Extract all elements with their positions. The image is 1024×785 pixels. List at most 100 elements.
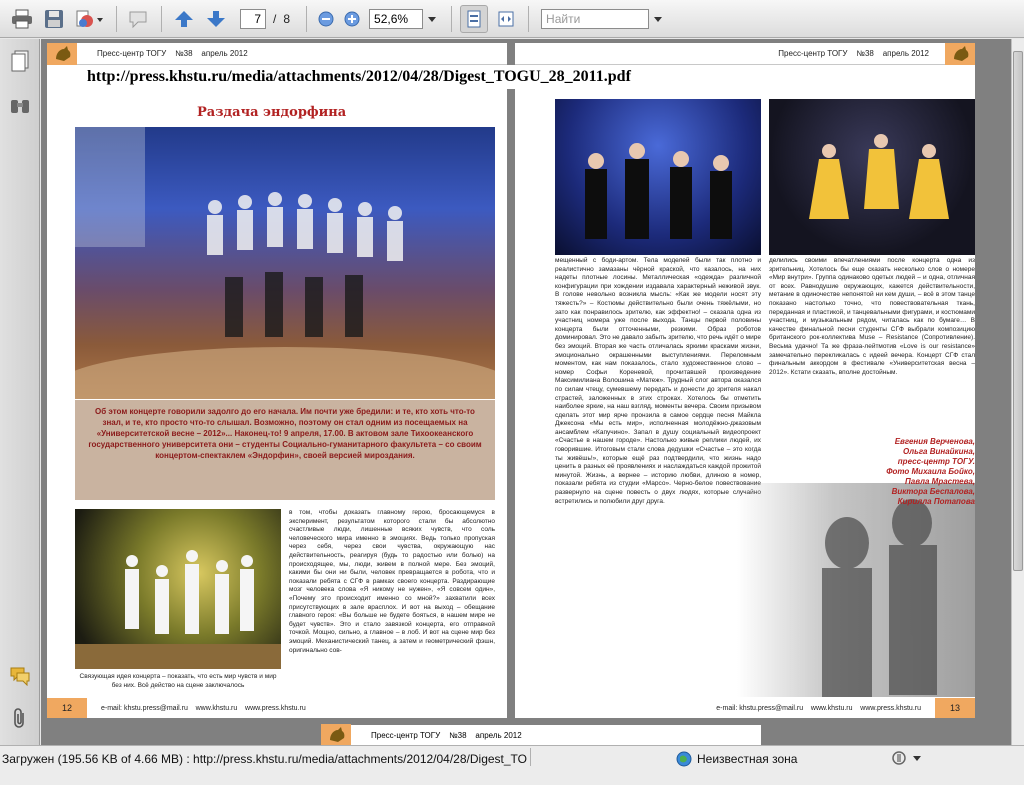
search-placeholder: Найти <box>546 11 581 26</box>
document-url[interactable]: http://press.khstu.ru/media/attachments/… <box>77 65 817 89</box>
article-column-2: мещенный с боди-артом. Тела моделей были… <box>555 257 761 697</box>
column-1-text: в том, чтобы доказать главному герою, бр… <box>289 509 495 654</box>
zoom-out-button[interactable] <box>315 5 337 33</box>
article-credits: Евгения Верченова, Ольга Винайкина, прес… <box>875 437 975 507</box>
next-page-button[interactable] <box>202 5 230 33</box>
comments-icon <box>10 667 30 686</box>
comment-button[interactable] <box>125 5 153 33</box>
sidebar <box>0 39 40 745</box>
speech-bubble-icon <box>129 11 147 28</box>
masked-figures-graphic <box>822 499 937 697</box>
pages-icon <box>11 50 29 72</box>
fit-width-icon <box>498 11 514 26</box>
page-footer-left: 12 e-mail: khstu.press@mail.ru www.khstu… <box>47 698 507 718</box>
page-total: 8 <box>283 11 291 26</box>
save-button[interactable] <box>40 5 68 33</box>
credit-line: Кирилла Потапова <box>897 497 975 506</box>
column-2-text: мещенный с боди-артом. Тела моделей были… <box>555 257 761 505</box>
hand-logo-icon <box>56 45 71 61</box>
credit-line: Павла Мрастева, <box>905 477 975 486</box>
status-bar: Загружен (195.56 KB of 4.66 MB) : http:/… <box>0 745 1024 785</box>
main-photo <box>75 127 495 399</box>
printer-icon <box>12 9 32 28</box>
page-number-right: 13 <box>935 698 975 718</box>
singers-photo <box>555 99 761 255</box>
dance-photo <box>75 509 281 669</box>
singers-graphic <box>585 143 732 239</box>
previous-page-button[interactable] <box>170 5 198 33</box>
header-right-text: Пресс-центр ТОГУ №38 апрель 2012 <box>778 49 929 58</box>
paperclip-icon <box>14 708 24 728</box>
attachments-panel-button[interactable] <box>8 707 32 731</box>
search-input[interactable]: Найти <box>541 8 650 29</box>
pages-panel-button[interactable] <box>8 49 32 73</box>
credit-line: Виктора Беспалова, <box>891 487 975 496</box>
page-header-right: Пресс-центр ТОГУ №38 апрель 2012 <box>515 42 975 65</box>
toolbar: 7 / 8 52,6% Найти <box>0 0 1024 38</box>
zoom-select[interactable]: 52,6% <box>369 8 424 29</box>
credit-line: пресс-центр ТОГУ. <box>897 457 975 466</box>
popup-blocker-icon <box>892 751 906 765</box>
logo-right <box>945 42 975 65</box>
next-page-header: Пресс-центр ТОГУ №38 апрель 2012 <box>321 724 761 745</box>
plus-circle-icon <box>344 11 360 26</box>
page-number-input[interactable]: 7 <box>240 8 266 29</box>
search-dropdown-icon[interactable] <box>653 14 663 24</box>
page-separator: / <box>273 11 277 26</box>
credit-line: Евгения Верченова, <box>894 437 975 446</box>
hand-logo-icon <box>954 45 969 61</box>
hand-logo-icon <box>330 727 345 742</box>
page-number-left: 12 <box>47 698 87 718</box>
credit-line: Ольга Винайкина, <box>902 447 975 456</box>
fit-page-icon <box>467 10 481 27</box>
photo-caption: Связующая идея концерта – показать, что … <box>75 673 281 695</box>
status-divider <box>530 748 531 766</box>
logo-left <box>47 42 77 65</box>
zoom-in-button[interactable] <box>341 5 363 33</box>
page-header-left: Пресс-центр ТОГУ №38 апрель 2012 <box>47 42 507 65</box>
fit-width-button[interactable] <box>492 5 520 33</box>
footer-left-text: e-mail: khstu.press@mail.ru www.khstu.ru… <box>101 704 306 712</box>
spread-gutter <box>507 43 515 718</box>
header-left-text: Пресс-центр ТОГУ №38 апрель 2012 <box>97 49 248 58</box>
minus-circle-icon <box>318 11 334 26</box>
document-viewer[interactable]: Пресс-центр ТОГУ №38 апрель 2012 Пресс-ц… <box>41 39 1011 745</box>
fit-page-button[interactable] <box>460 4 489 33</box>
globe-icon <box>676 751 692 767</box>
zoom-value: 52,6% <box>374 11 409 26</box>
page-footer-right: e-mail: khstu.press@mail.ru www.khstu.ru… <box>515 698 975 718</box>
security-zone: Неизвестная зона <box>676 751 797 767</box>
yellow-dancers-graphic <box>809 134 949 219</box>
print-button[interactable] <box>8 5 36 33</box>
zone-text: Неизвестная зона <box>697 752 798 766</box>
credit-line: Фото Михаила Бойко, <box>886 467 975 476</box>
dancers-yellow-photo <box>769 99 975 255</box>
attachments-list-button[interactable] <box>8 93 32 117</box>
dancers-graphic <box>75 550 281 669</box>
arrow-up-icon <box>175 10 193 27</box>
floppy-icon <box>45 9 63 28</box>
next-logo <box>321 724 351 745</box>
vertical-scrollbar[interactable] <box>1011 39 1024 745</box>
zoom-status-control[interactable] <box>890 750 922 766</box>
article-column-3: делились своими впечатлениями после конц… <box>769 257 975 433</box>
stage-crowd-graphic <box>75 127 495 399</box>
lead-text: Об этом концерте говорили задолго до его… <box>88 407 482 460</box>
article-lead: Об этом концерте говорили задолго до его… <box>75 400 495 500</box>
chevron-down-icon <box>913 756 921 761</box>
article-title: Раздача эндорфина <box>197 105 347 120</box>
status-text: Загружен (195.56 KB of 4.66 MB) : http:/… <box>2 752 527 766</box>
masked-figures-photo <box>737 483 975 697</box>
arrow-down-icon <box>207 10 225 27</box>
binoculars-icon <box>11 100 29 113</box>
footer-right-text: e-mail: khstu.press@mail.ru www.khstu.ru… <box>716 704 921 712</box>
pdf-spread: Пресс-центр ТОГУ №38 апрель 2012 Пресс-ц… <box>47 42 975 718</box>
chevron-down-icon[interactable] <box>427 14 437 24</box>
column-3-text: делились своими впечатлениями после конц… <box>769 257 975 376</box>
convert-button[interactable] <box>72 5 108 33</box>
scroll-thumb[interactable] <box>1013 51 1023 571</box>
next-header-text: Пресс-центр ТОГУ №38 апрель 2012 <box>371 730 522 740</box>
article-column-1: в том, чтобы доказать главному герою, бр… <box>289 509 495 697</box>
comments-panel-button[interactable] <box>8 664 32 688</box>
document-convert-icon <box>76 10 103 27</box>
